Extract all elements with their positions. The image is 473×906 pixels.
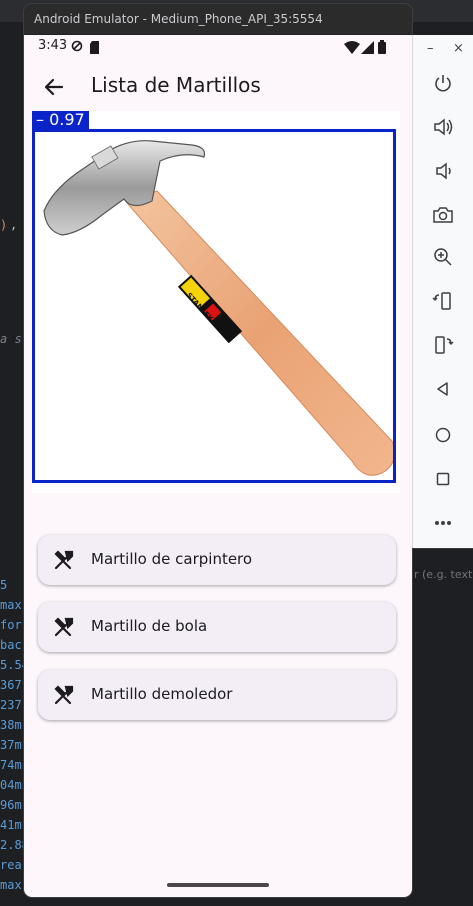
rotate-right-icon [435, 336, 454, 354]
nav-home-button[interactable] [429, 421, 457, 449]
more-button[interactable] [429, 509, 457, 537]
zoom-icon [434, 248, 452, 266]
ide-code-line: 96m [0, 798, 22, 812]
status-bar: 3:43 [24, 35, 412, 57]
ide-code-line: 5.54 [0, 658, 24, 672]
rotate-left-button[interactable] [429, 287, 457, 315]
detection-box [32, 129, 396, 483]
gesture-nav-handle[interactable] [167, 883, 269, 887]
emulator-toolbar: – × [412, 35, 473, 548]
back-icon [437, 382, 448, 396]
wifi-icon [344, 39, 360, 58]
app-bar: Lista de Martillos [24, 57, 412, 117]
ide-search-hint: r (e.g. text, ! [414, 568, 473, 581]
power-button[interactable] [429, 69, 457, 97]
list-item[interactable]: Martillo de bola [38, 602, 396, 652]
ide-code-line: 237. [0, 698, 24, 712]
ide-code-line: rea [0, 858, 22, 872]
hammer-wrench-icon [54, 550, 74, 570]
ide-code-line: back [0, 638, 24, 652]
list-item-label: Martillo de carpintero [91, 550, 253, 568]
list-item-label: Martillo demoledor [91, 685, 233, 703]
ide-code-line: , [10, 218, 18, 232]
ide-code-line: 04ms [0, 778, 24, 792]
screenshot-button[interactable] [429, 201, 457, 229]
ide-code-line: for [0, 618, 22, 632]
ide-code-strip: ) , a s 5 max for back 5.54 367. 237. 38… [0, 22, 24, 905]
ide-code-line: a s [0, 332, 22, 346]
rotate-right-button[interactable] [429, 331, 457, 359]
overview-icon [436, 472, 450, 486]
list-item-label: Martillo de bola [91, 617, 208, 635]
camera-icon [433, 207, 453, 223]
sd-card-icon [89, 39, 100, 58]
ide-code-line: 38m [0, 718, 22, 732]
close-button[interactable]: × [453, 41, 464, 56]
back-button[interactable] [32, 65, 76, 109]
ide-code-line: 367. [0, 678, 24, 692]
list-item[interactable]: Martillo de carpintero [38, 535, 396, 585]
nav-back-button[interactable] [429, 375, 457, 403]
rotate-left-icon [432, 292, 451, 310]
ide-code-line: 74ms [0, 758, 24, 772]
home-icon [435, 427, 451, 443]
volume-down-icon [436, 162, 451, 180]
ide-code-line: ) [0, 218, 8, 232]
location-icon [71, 39, 83, 58]
ide-code-line: 2.88 [0, 838, 24, 852]
volume-up-icon [434, 118, 453, 136]
power-icon [435, 75, 451, 92]
emulator-title: Android Emulator - Medium_Phone_API_35:5… [24, 4, 412, 34]
battery-icon [378, 39, 386, 58]
ide-code-line: 37m [0, 738, 22, 752]
page-title: Lista de Martillos [91, 73, 261, 97]
hammer-wrench-icon [54, 617, 74, 637]
arrow-back-icon [44, 78, 64, 96]
ide-code-line: max [0, 878, 22, 892]
detection-image: – 0.97 STANLEY [32, 111, 400, 493]
volume-up-button[interactable] [429, 113, 457, 141]
ide-code-line: 41m [0, 818, 22, 832]
volume-down-button[interactable] [429, 157, 457, 185]
status-time: 3:43 [38, 38, 68, 53]
detection-label: – 0.97 [32, 111, 89, 129]
ide-search-panel [412, 548, 473, 906]
signal-icon [361, 39, 374, 58]
more-icon [435, 521, 451, 525]
minimize-button[interactable]: – [427, 41, 434, 56]
list-item[interactable]: Martillo demoledor [38, 670, 396, 720]
nav-overview-button[interactable] [429, 465, 457, 493]
zoom-button[interactable] [429, 243, 457, 271]
phone-screen: 3:43 Lista de Martillos – 0.97 STANLEY M… [24, 35, 412, 897]
hammer-wrench-icon [54, 685, 74, 705]
ide-code-line: max [0, 598, 22, 612]
toolbar-window-controls: – × [413, 35, 473, 63]
emulator-window: Android Emulator - Medium_Phone_API_35:5… [24, 4, 412, 897]
ide-code-line: 5 [0, 578, 8, 592]
